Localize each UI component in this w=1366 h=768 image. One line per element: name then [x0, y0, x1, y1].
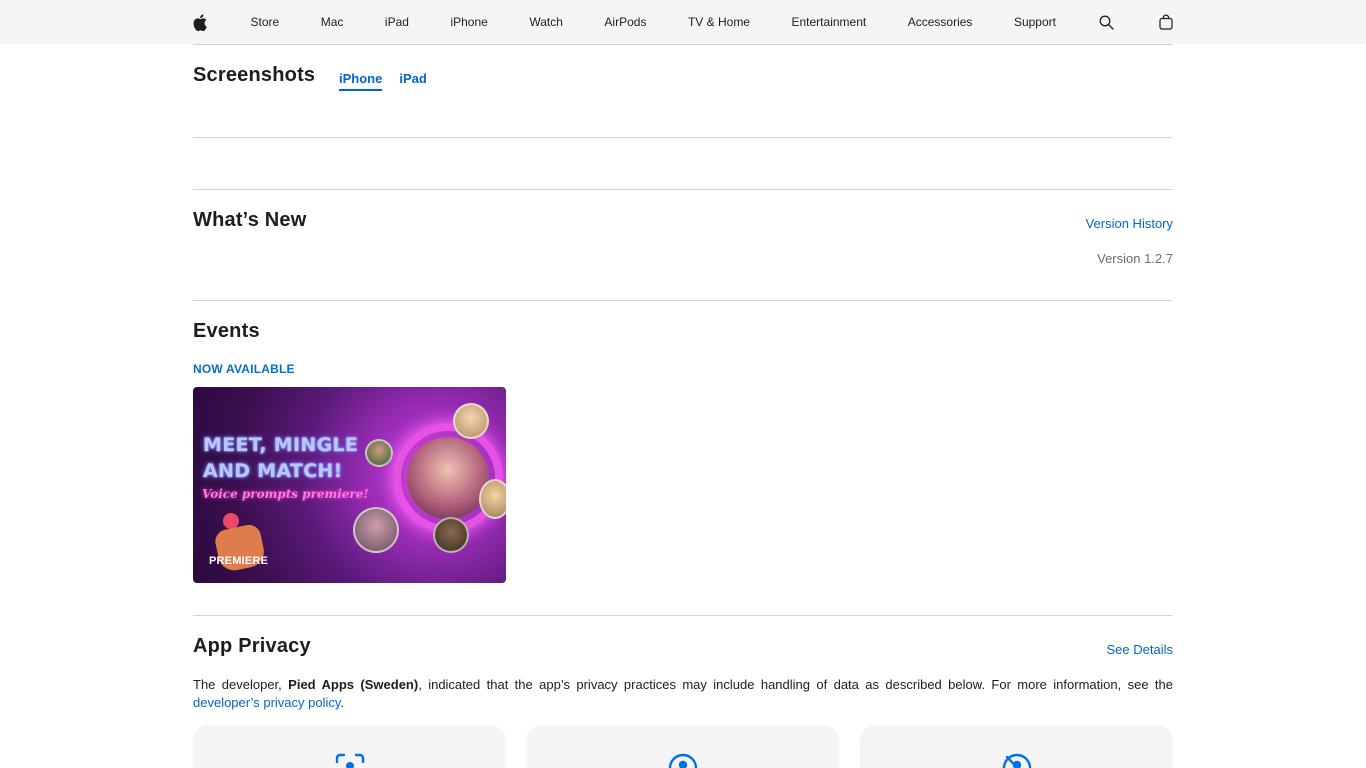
screenshots-tabs: iPhone iPad [339, 71, 427, 91]
divider [193, 615, 1173, 616]
see-details-link[interactable]: See Details [1107, 642, 1173, 657]
event-subheadline: Voice prompts premiere! [202, 487, 369, 501]
event-headline-line: MEET, MINGLE [203, 434, 359, 456]
nav-watch[interactable]: Watch [528, 0, 564, 44]
not-linked-data-icon [1002, 753, 1031, 768]
event-portrait-image [407, 437, 489, 519]
avatar [433, 517, 469, 553]
screenshots-title: Screenshots [193, 64, 316, 86]
privacy-card-linked [526, 725, 839, 768]
event-headline-line: AND MATCH! [203, 460, 343, 482]
nav-mac[interactable]: Mac [320, 0, 345, 44]
event-status: NOW AVAILABLE [193, 362, 295, 376]
avatar [479, 479, 506, 519]
tracking-icon [335, 753, 364, 768]
avatar [453, 403, 489, 439]
nav-entertainment[interactable]: Entertainment [791, 0, 868, 44]
divider [193, 300, 1173, 301]
privacy-card-not-linked [860, 725, 1173, 768]
event-badge: PREMIERE [209, 555, 269, 567]
event-headline: MEET, MINGLE AND MATCH! [203, 432, 358, 484]
nav-support[interactable]: Support [1013, 0, 1057, 44]
privacy-card-tracking [193, 725, 506, 768]
privacy-text-segment: , indicated that the app’s privacy pract… [418, 677, 1174, 692]
tab-iphone[interactable]: iPhone [339, 71, 383, 91]
whats-new-title: What’s New [193, 209, 307, 231]
version-history-link[interactable]: Version History [1086, 216, 1173, 231]
nav-ipad[interactable]: iPad [384, 0, 410, 44]
search-icon[interactable] [1096, 0, 1116, 44]
apple-logo-icon[interactable] [190, 0, 210, 44]
nav-iphone[interactable]: iPhone [449, 0, 488, 44]
avatar [365, 439, 393, 467]
bag-icon[interactable] [1156, 0, 1176, 44]
avatar [353, 507, 399, 553]
nav-store[interactable]: Store [250, 0, 281, 44]
nav-accessories[interactable]: Accessories [907, 0, 974, 44]
divider [193, 189, 1173, 190]
divider [193, 137, 1173, 138]
privacy-text-segment: . [340, 695, 345, 710]
linked-data-icon [668, 753, 697, 768]
privacy-description: The developer, Pied Apps (Sweden), indic… [193, 676, 1173, 712]
privacy-policy-link[interactable]: developer’s privacy policy [193, 695, 340, 710]
nav-tv-home[interactable]: TV & Home [687, 0, 751, 44]
version-label: Version 1.2.7 [1097, 251, 1173, 266]
global-nav: Store Mac iPad iPhone Watch AirPods TV &… [0, 0, 1366, 44]
app-privacy-title: App Privacy [193, 635, 311, 657]
nav-airpods[interactable]: AirPods [603, 0, 647, 44]
privacy-text-segment: The developer, [193, 677, 289, 692]
developer-name: Pied Apps (Sweden) [288, 677, 419, 692]
events-title: Events [193, 320, 260, 342]
global-nav-inner: Store Mac iPad iPhone Watch AirPods TV &… [190, 0, 1176, 44]
event-card[interactable]: MEET, MINGLE AND MATCH! Voice prompts pr… [193, 387, 506, 583]
tab-ipad[interactable]: iPad [399, 71, 426, 91]
divider [193, 44, 1173, 45]
